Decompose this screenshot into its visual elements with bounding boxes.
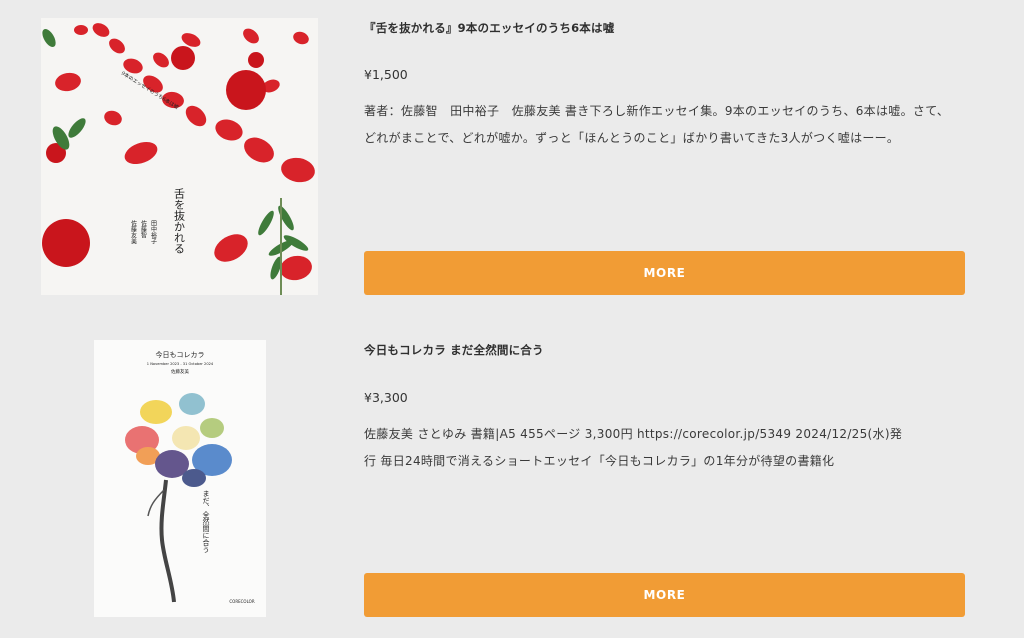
product-price-1: ¥1,500 bbox=[364, 67, 408, 82]
book-cover-image-2[interactable]: 今日もコレカラ 1 November 2023 - 31 October 202… bbox=[94, 340, 266, 617]
product-title-1[interactable]: 『舌を抜かれる』9本のエッセイのうち6本は嘘 bbox=[364, 20, 614, 36]
cover-author-1: 田中裕子 bbox=[150, 220, 157, 244]
cover-top-title-2: 今日もコレカラ bbox=[156, 350, 205, 359]
book-cover-image-1[interactable]: 舌を抜かれる 田中裕子 佐藤智 佐藤友美 9本のエッセイのうち6本は嘘 bbox=[41, 18, 318, 295]
product-price-2: ¥3,300 bbox=[364, 390, 408, 405]
product-card-1: 舌を抜かれる 田中裕子 佐藤智 佐藤友美 9本のエッセイのうち6本は嘘 『舌を抜… bbox=[0, 0, 1024, 320]
product-description-1: 著者：佐藤智 田中裕子 佐藤友美 書き下ろし新作エッセイ集。9本のエッセイのうち… bbox=[364, 98, 974, 152]
description-line: 行 毎日24時間で消えるショートエッセイ「今日もコレカラ」の1年分が待望の書籍化 bbox=[364, 454, 835, 468]
book-cover-art-1: 舌を抜かれる 田中裕子 佐藤智 佐藤友美 9本のエッセイのうち6本は嘘 bbox=[41, 18, 318, 295]
product-description-2: 佐藤友美 さとゆみ 書籍|A5 455ページ 3,300円 https://co… bbox=[364, 421, 974, 475]
cover-date-range-2: 1 November 2023 - 31 October 2024 bbox=[147, 362, 214, 366]
product-title-2[interactable]: 今日もコレカラ まだ全然間に合う bbox=[364, 342, 544, 358]
description-line: どれがまことで、どれが嘘か。ずっと「ほんとうのこと」ばかり書いてきた3人がつく嘘… bbox=[364, 131, 900, 145]
cover-author-2: 佐藤智 bbox=[140, 219, 147, 239]
product-card-2: 今日もコレカラ 1 November 2023 - 31 October 202… bbox=[0, 320, 1024, 638]
book-cover-art-2: 今日もコレカラ 1 November 2023 - 31 October 202… bbox=[94, 340, 266, 617]
cover-author-3: 佐藤友美 bbox=[130, 219, 137, 245]
description-line: 著者：佐藤智 田中裕子 佐藤友美 書き下ろし新作エッセイ集。9本のエッセイのうち… bbox=[364, 104, 950, 118]
more-button-1[interactable]: MORE bbox=[364, 251, 965, 295]
description-line: 佐藤友美 さとゆみ 書籍|A5 455ページ 3,300円 https://co… bbox=[364, 427, 903, 441]
cover-publisher-2: CORECOLOR bbox=[229, 599, 254, 604]
cover-vertical-text-2: まだ、全然間に合う bbox=[202, 490, 210, 553]
cover-vertical-title-1: 舌を抜かれる bbox=[173, 188, 186, 254]
cover-author-name-2: 佐藤友美 bbox=[171, 368, 189, 375]
more-button-2[interactable]: MORE bbox=[364, 573, 965, 617]
